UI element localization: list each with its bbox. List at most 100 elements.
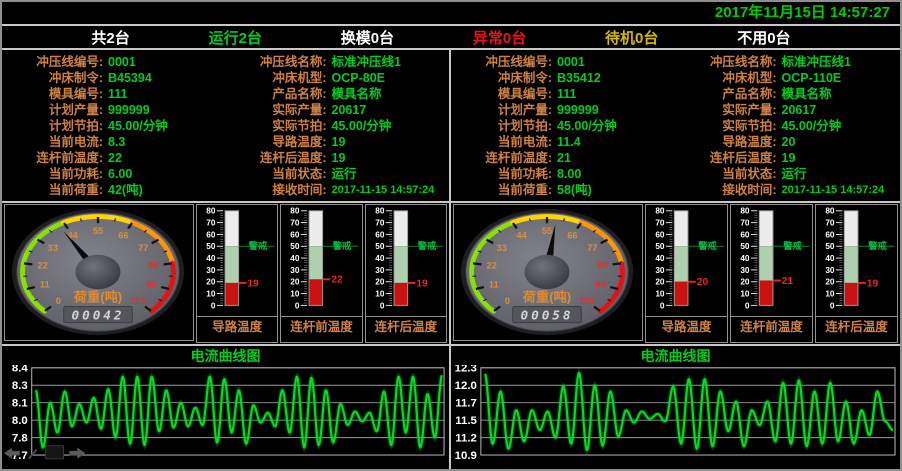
info-value: 45.00/分钟: [332, 118, 392, 134]
info-label: 冲压线名称:: [676, 54, 777, 70]
thermometer-value: 22: [332, 275, 344, 286]
svg-text:40: 40: [825, 254, 835, 263]
info-value: 111: [108, 86, 127, 102]
info-row: 实际产量:20617: [226, 102, 450, 118]
info-row: 实际产量:20617: [676, 102, 901, 118]
info-value: OCP-110E: [782, 70, 842, 86]
gauge-tick-label: 0: [56, 296, 61, 306]
machine-info-grid: 冲压线编号:0001冲床制令:B45394模具编号:111计划产量:999999…: [2, 50, 449, 203]
thermometer-group: 01020304050607080警戒19导路温度010203040506070…: [196, 204, 447, 343]
chart-ytick-label: 11.7: [455, 398, 477, 410]
info-value: 42(吨): [108, 182, 143, 198]
info-label: 冲床机型:: [226, 70, 327, 86]
svg-text:70: 70: [206, 219, 216, 228]
gauge-tick-label: 110: [130, 296, 145, 306]
svg-text:50: 50: [825, 242, 835, 251]
info-value: 8.3: [108, 134, 125, 150]
thermometer-group: 01020304050607080警戒20导路温度010203040506070…: [645, 204, 898, 343]
svg-text:60: 60: [655, 230, 665, 239]
info-row: 计划产量:999999: [2, 102, 226, 118]
info-value: OCP-80E: [332, 70, 386, 86]
info-label: 当前状态:: [676, 166, 777, 182]
gauge-tick-label: 0: [505, 296, 510, 306]
current-chart: 8.48.38.18.07.87.7: [2, 365, 449, 469]
svg-text:70: 70: [825, 219, 835, 228]
info-label: 实际节拍:: [676, 118, 777, 134]
thermometer-label: 连杆后温度: [816, 316, 897, 342]
gauge-tick-label: 88: [148, 261, 158, 271]
info-row: 当前功耗:6.00: [2, 166, 226, 182]
chart-ytick-label: 8.1: [12, 398, 28, 410]
gauge-tick-label: 11: [40, 280, 50, 290]
gauge-tick-label: 33: [497, 243, 507, 253]
info-row: 连杆前温度:21: [451, 150, 676, 166]
svg-text:40: 40: [206, 254, 216, 263]
info-label: 冲床制令:: [2, 70, 103, 86]
info-value: 11.4: [557, 134, 581, 150]
svg-text:70: 70: [375, 219, 385, 228]
info-column-2: 冲压线名称:标准冲压线1冲床机型: OCP-80E产品名称:模具名称实际产量:20…: [226, 54, 450, 201]
info-label: 冲压线编号:: [451, 54, 552, 70]
datetime-text: 2017年11月15日 14:57:27: [715, 4, 890, 21]
info-value: 2017-11-15 14:57:24: [332, 182, 435, 198]
svg-text:40: 40: [375, 254, 385, 263]
info-label: 冲床制令:: [451, 70, 552, 86]
gauge-tick-label: 66: [567, 230, 577, 240]
info-value: 19: [332, 134, 346, 150]
info-value: 111: [557, 86, 576, 102]
info-row: 当前状态:运行: [226, 166, 450, 182]
info-row: 产品名称:模具名称: [226, 86, 450, 102]
current-chart-section: 电流曲线图 12.312.011.711.511.210.9: [451, 346, 900, 469]
machine-panel: 冲压线编号:0001冲床制令:B35412模具编号:111计划产量:999999…: [451, 50, 900, 469]
info-row: 冲床机型:OCP-110E: [676, 70, 901, 86]
thermometer-label: 导路温度: [646, 316, 727, 342]
warning-label: 警戒: [249, 240, 268, 251]
info-row: 冲压线名称:标准冲压线1: [226, 54, 450, 70]
svg-text:50: 50: [375, 242, 385, 251]
current-chart-title: 电流曲线图: [451, 348, 900, 365]
info-label: 当前电流:: [451, 134, 552, 150]
svg-text:10: 10: [825, 289, 835, 298]
info-value: 模具名称: [332, 86, 382, 102]
info-value: 22: [108, 150, 122, 166]
info-label: 计划节拍:: [2, 118, 103, 134]
svg-text:30: 30: [655, 266, 665, 275]
info-value: 999999: [108, 102, 150, 118]
thermometer-scale: 01020304050607080警戒22: [281, 205, 361, 316]
svg-text:10: 10: [206, 289, 216, 298]
chart-scroll-right-icon[interactable]: [69, 448, 85, 459]
info-row: 模具编号:111: [2, 86, 226, 102]
info-row: 冲压线编号:0001: [451, 54, 676, 70]
gauge-odometer: 00042: [72, 307, 125, 322]
svg-text:0: 0: [745, 301, 750, 310]
info-row: 接收时间:2017-11-15 14:57:24: [676, 182, 901, 198]
svg-text:10: 10: [740, 289, 750, 298]
info-value: 模具名称: [782, 86, 832, 102]
info-value: 标准冲压线1: [782, 54, 851, 70]
gauge-tick-label: 33: [48, 243, 58, 253]
current-chart-section: 电流曲线图 8.48.38.18.07.87.7: [2, 346, 449, 469]
chart-ytick-label: 10.9: [455, 450, 477, 462]
warning-label: 警戒: [868, 240, 887, 251]
svg-text:80: 80: [825, 207, 835, 216]
gauge-tick-label: 88: [597, 261, 607, 271]
thermometer-value: 19: [867, 278, 879, 289]
info-row: 接收时间:2017-11-15 14:57:24: [226, 182, 450, 198]
status-bar: 共2台运行2台换模0台异常0台待机0台不用0台: [2, 26, 900, 50]
info-value: 19: [782, 150, 796, 166]
svg-text:30: 30: [740, 266, 750, 275]
chart-slider-handle[interactable]: [46, 446, 64, 459]
svg-text:50: 50: [291, 242, 301, 251]
info-row: 冲压线编号:0001: [2, 54, 226, 70]
svg-text:70: 70: [291, 219, 301, 228]
info-value: 运行: [782, 166, 807, 182]
svg-text:30: 30: [375, 266, 385, 275]
info-row: 冲床制令:B45394: [2, 70, 226, 86]
chart-ytick-label: 11.2: [455, 433, 477, 445]
info-label: 连杆前温度:: [2, 150, 103, 166]
svg-text:20: 20: [291, 278, 301, 287]
svg-text:80: 80: [740, 207, 750, 216]
info-row: 冲床机型: OCP-80E: [226, 70, 450, 86]
info-value: 999999: [557, 102, 599, 118]
info-value: 0001: [108, 54, 136, 70]
